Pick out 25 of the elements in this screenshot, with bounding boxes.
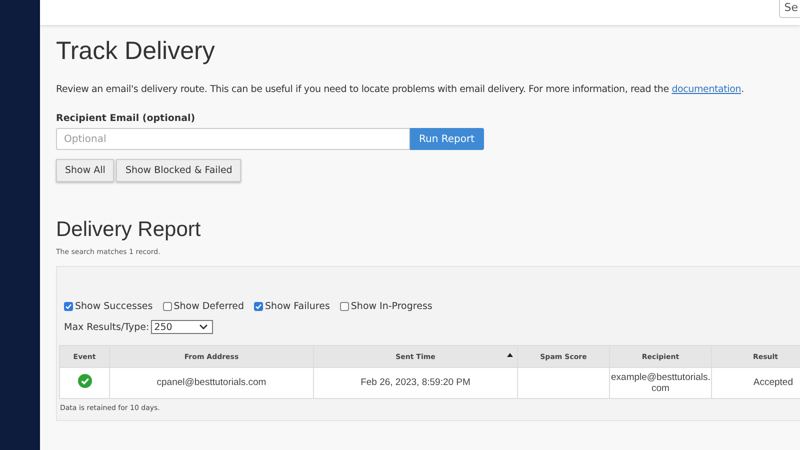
table-cell: Accepted xyxy=(712,368,800,398)
filter-button[interactable]: Show Blocked & Failed xyxy=(116,159,242,182)
table-cell: cpanel@besttutorials.com xyxy=(110,368,314,398)
max-results-select[interactable]: 250 xyxy=(151,320,214,334)
checkbox-label: Show Successes xyxy=(75,301,153,312)
search-field[interactable]: Se xyxy=(779,0,800,18)
filter-button[interactable]: Show All xyxy=(56,159,114,182)
checkbox[interactable] xyxy=(340,302,349,311)
field-label: Recipient Email (optional) xyxy=(56,113,196,124)
intro-text: Review an email's delivery route. This can be useful if you need to locate problems with email delivery. For more information, read the documentation. xyxy=(56,84,745,95)
report-title: Delivery Report xyxy=(56,218,202,242)
checkbox-label: Show Failures xyxy=(265,301,330,312)
run-report-button[interactable]: Run Report xyxy=(410,128,484,150)
checkbox[interactable] xyxy=(162,302,172,311)
page-title: Track Delivery xyxy=(56,37,216,66)
chevron-down-icon xyxy=(199,324,208,330)
table-cell: example@besttutorials. com xyxy=(610,368,712,398)
checkbox-label: Show In-Progress xyxy=(350,301,432,312)
checkbox[interactable] xyxy=(64,302,73,311)
documentation-link[interactable]: documentation xyxy=(672,84,742,95)
max-results-label: Max Results/Type: xyxy=(64,322,150,332)
checkbox-label: Show Deferred xyxy=(174,301,244,312)
table-cell: Feb 26, 2023, 8:59:20 PM xyxy=(314,368,518,398)
checkbox[interactable] xyxy=(254,302,264,311)
recipient-email-field[interactable]: Optional xyxy=(56,128,410,150)
